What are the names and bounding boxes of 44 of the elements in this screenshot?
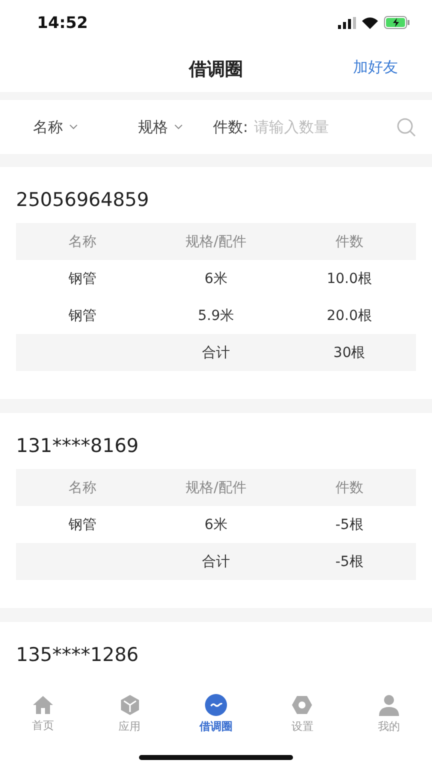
table-cell-text: 钢管: [68, 306, 98, 324]
table-cell-text: 20.0根: [326, 306, 373, 324]
column-header: 件数: [334, 478, 364, 496]
add-friend-link[interactable]: 加好友: [353, 58, 398, 77]
column-header: 名称: [68, 232, 98, 250]
table-cell-text: 5.9米: [196, 306, 236, 324]
table-cell-text: 10.0根: [326, 270, 373, 288]
record-id: 131****8169: [16, 435, 140, 457]
table-cell-text: -5根: [334, 516, 364, 534]
table-cell-text: 6米: [204, 516, 228, 534]
wave-icon: [205, 694, 228, 716]
column-header: 规格/配件: [184, 232, 248, 250]
signal-icon: [338, 16, 356, 28]
name-dropdown[interactable]: 名称: [33, 118, 78, 136]
table-cell-text: 钢管: [68, 516, 98, 534]
search-icon[interactable]: [396, 117, 416, 137]
tab-item[interactable]: 首页: [0, 688, 86, 740]
total-cell-text: 30根: [332, 344, 366, 362]
tab-item[interactable]: 我的: [346, 688, 432, 740]
status-time: 14:52: [37, 13, 88, 32]
total-cell-text: 合计: [200, 344, 231, 362]
home-icon: [32, 695, 54, 715]
count-label: 件数:: [213, 118, 248, 136]
total-cell-text: -5根: [334, 552, 364, 570]
battery-charging-icon: [384, 16, 410, 29]
column-header: 件数: [334, 232, 364, 250]
cube-icon: [118, 694, 141, 716]
total-cell-text: 合计: [200, 552, 231, 570]
spec-dropdown[interactable]: 规格: [138, 118, 183, 136]
chevron-down-icon: [69, 124, 78, 130]
gear-icon: [291, 694, 314, 716]
column-header: 规格/配件: [184, 478, 248, 496]
record-id: 25056964859: [16, 189, 150, 211]
column-header: 名称: [68, 478, 98, 496]
user-icon: [378, 694, 400, 716]
record-id: 135****1286: [16, 644, 140, 666]
tab-item[interactable]: 应用: [86, 688, 173, 740]
tab-item[interactable]: 设置: [259, 688, 346, 740]
table-cell-text: 6米: [204, 270, 228, 288]
wifi-icon: [362, 16, 378, 28]
chevron-down-icon: [174, 124, 183, 130]
tab-item[interactable]: 借调圈: [172, 688, 260, 740]
page-title: 借调圈: [189, 58, 243, 80]
table-cell-text: 钢管: [68, 270, 98, 288]
